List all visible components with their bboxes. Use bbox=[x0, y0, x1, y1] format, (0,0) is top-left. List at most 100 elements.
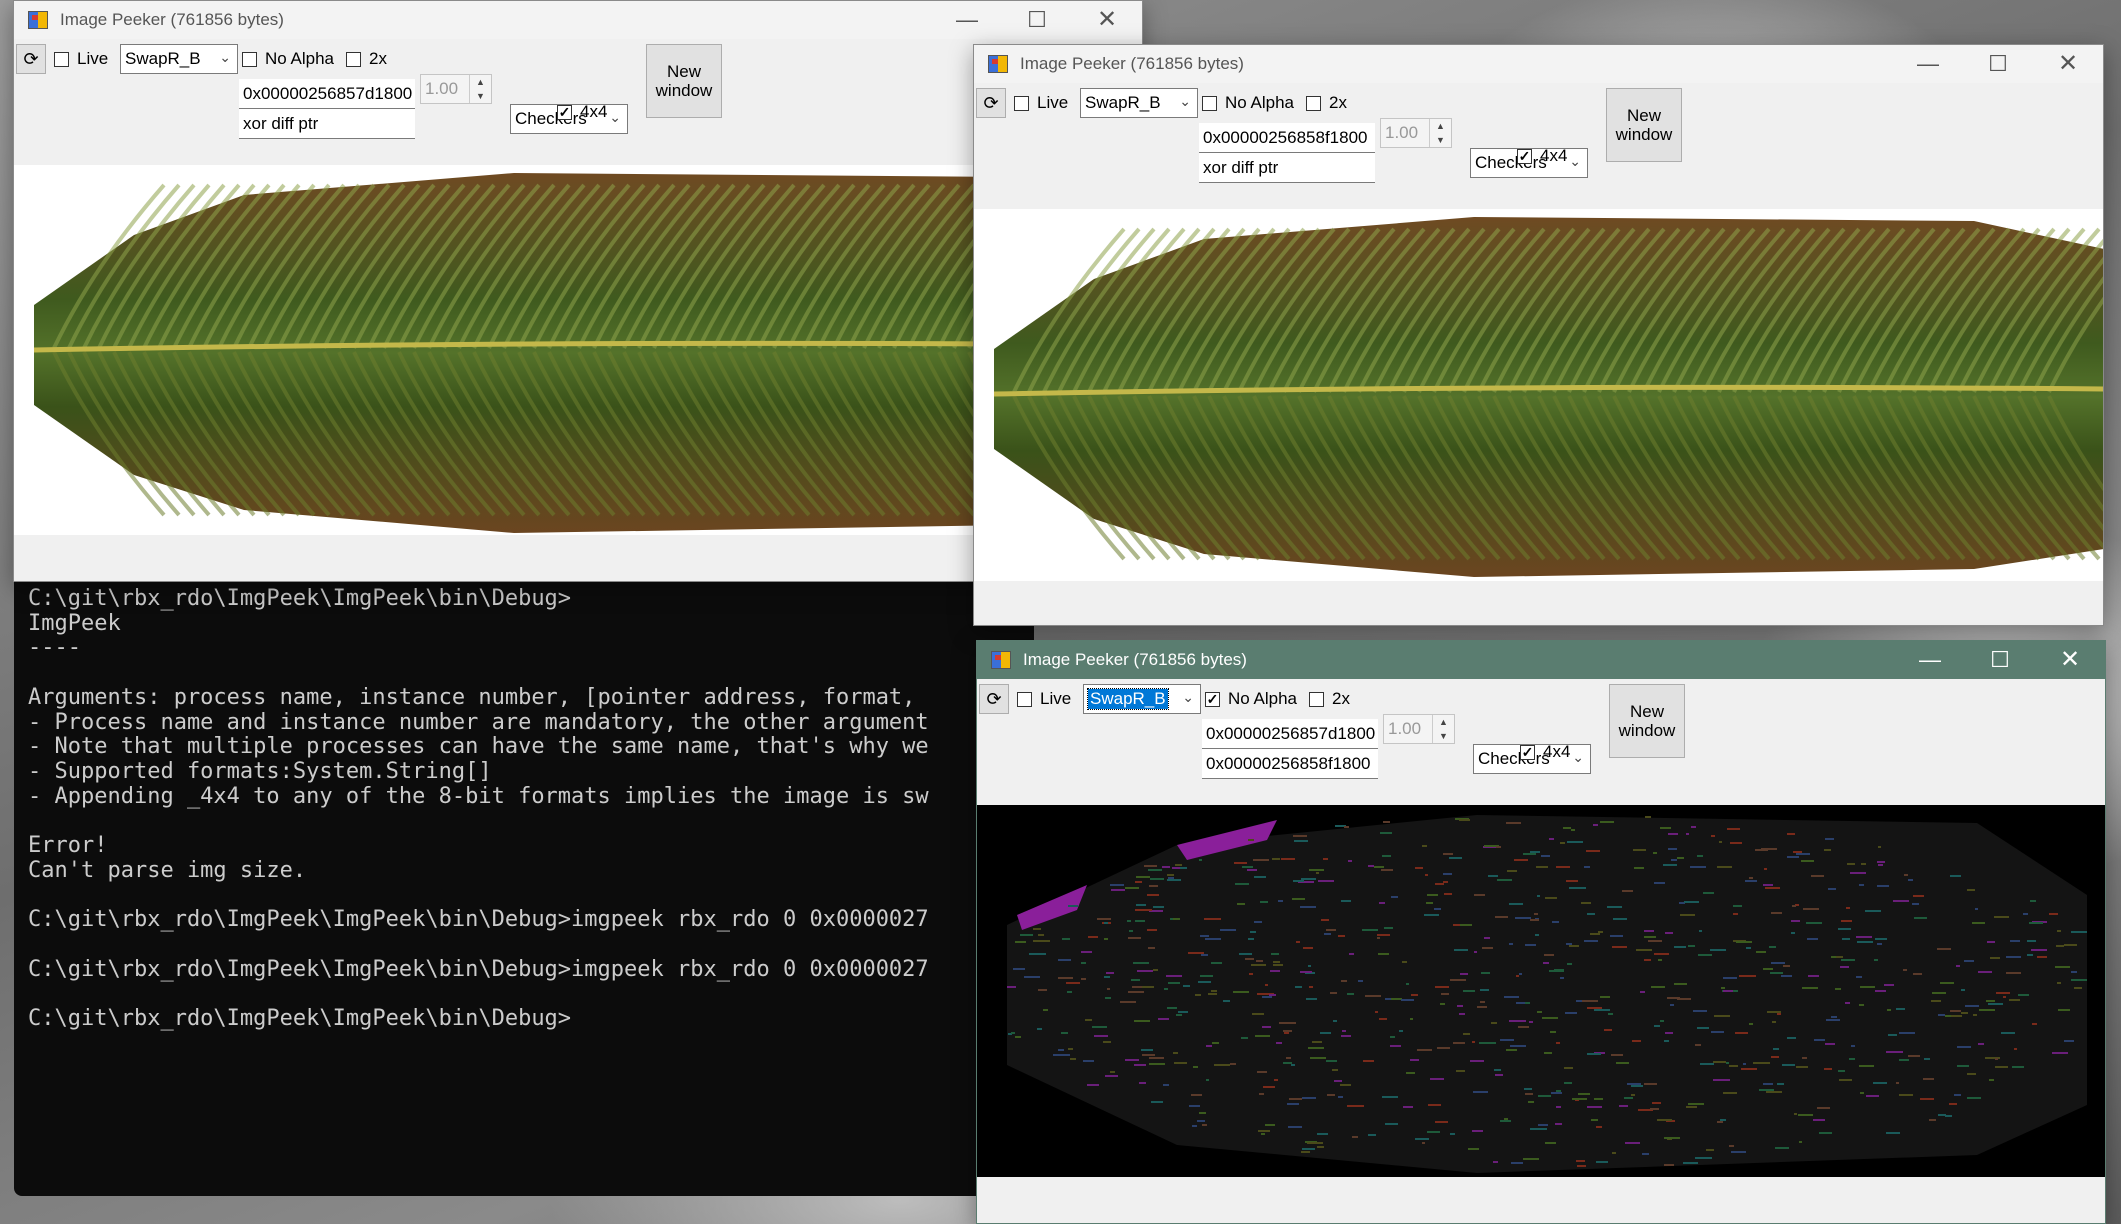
no-alpha-checkbox[interactable]: No Alpha bbox=[242, 44, 334, 74]
live-label: Live bbox=[1037, 93, 1069, 112]
chevron-down-icon: ⌄ bbox=[219, 49, 231, 65]
scale-value: 1.00 bbox=[425, 79, 459, 98]
pointer-address-input[interactable]: 0x00000256857d1800 bbox=[1202, 719, 1378, 749]
title-bar[interactable]: Image Peeker (761856 bytes) — ☐ ✕ bbox=[974, 45, 2103, 83]
maximize-button[interactable]: ☐ bbox=[1963, 45, 2033, 83]
new-window-button[interactable]: New window bbox=[646, 44, 722, 118]
refresh-button[interactable]: ⟳ bbox=[976, 88, 1006, 118]
refresh-button[interactable]: ⟳ bbox=[16, 44, 46, 74]
swap-select[interactable]: SwapR_B ⌄ bbox=[1083, 684, 1201, 714]
x2-checkbox-box[interactable] bbox=[346, 51, 361, 67]
window-title: Image Peeker (761856 bytes) bbox=[1023, 650, 1247, 669]
new-window-button[interactable]: New window bbox=[1609, 684, 1685, 758]
x2-checkbox-box[interactable] bbox=[1309, 691, 1324, 707]
app-icon bbox=[988, 55, 1008, 73]
app-icon bbox=[991, 651, 1011, 669]
pointer-address-input[interactable]: 0x00000256858f1800 bbox=[1199, 123, 1375, 153]
x4-checkbox-box[interactable]: ✓ bbox=[557, 104, 572, 120]
no-alpha-checkbox[interactable]: No Alpha bbox=[1202, 88, 1294, 118]
x2-checkbox[interactable]: 2x bbox=[1306, 88, 1347, 118]
close-button[interactable]: ✕ bbox=[1072, 1, 1142, 39]
console-output: C:\git\rbx_rdo\ImgPeek\ImgPeek\bin\Debug… bbox=[28, 586, 929, 1031]
minimize-button[interactable]: — bbox=[932, 1, 1002, 39]
no-alpha-label: No Alpha bbox=[1228, 689, 1297, 708]
no-alpha-checkbox-box[interactable]: ✓ bbox=[1205, 691, 1220, 707]
swap-select-value: SwapR_B bbox=[1085, 93, 1161, 112]
x2-checkbox[interactable]: 2x bbox=[346, 44, 387, 74]
chevron-down-icon: ⌄ bbox=[1572, 749, 1584, 765]
spinner-arrows-icon[interactable]: ▲▼ bbox=[1432, 715, 1454, 743]
swap-select[interactable]: SwapR_B ⌄ bbox=[1080, 88, 1198, 118]
scale-spinner[interactable]: 1.00 ▲ ▼ bbox=[420, 74, 492, 104]
chevron-down-icon: ⌄ bbox=[1182, 689, 1194, 705]
live-checkbox[interactable]: Live bbox=[1017, 684, 1071, 714]
live-checkbox[interactable]: Live bbox=[54, 44, 108, 74]
live-checkbox-box[interactable] bbox=[1017, 691, 1032, 707]
image-canvas[interactable] bbox=[974, 209, 2103, 581]
xor-diff-pointer-input[interactable]: 0x00000256858f1800 bbox=[1202, 749, 1378, 779]
live-checkbox[interactable]: Live bbox=[1014, 88, 1068, 118]
live-checkbox-box[interactable] bbox=[1014, 95, 1029, 111]
title-bar[interactable]: Image Peeker (761856 bytes) — ☐ ✕ bbox=[14, 1, 1142, 39]
image-peeker-window-2[interactable]: Image Peeker (761856 bytes) — ☐ ✕ ⟳ Live… bbox=[973, 44, 2104, 626]
live-label: Live bbox=[77, 49, 109, 68]
x4-checkbox-box[interactable]: ✓ bbox=[1520, 744, 1535, 760]
new-window-label: New window bbox=[1618, 702, 1676, 740]
minimize-button[interactable]: — bbox=[1893, 45, 1963, 83]
no-alpha-checkbox-box[interactable] bbox=[1202, 95, 1217, 111]
chevron-down-icon: ⌄ bbox=[609, 109, 621, 125]
x4-label: 4x4 bbox=[580, 102, 608, 121]
refresh-button[interactable]: ⟳ bbox=[979, 684, 1009, 714]
scale-value: 1.00 bbox=[1385, 123, 1419, 142]
x2-label: 2x bbox=[1329, 93, 1347, 112]
status-strip bbox=[974, 581, 2103, 625]
app-icon bbox=[28, 11, 48, 29]
x4-checkbox[interactable]: ✓ 4x4 bbox=[1517, 141, 1567, 171]
x2-label: 2x bbox=[1332, 689, 1350, 708]
refresh-icon: ⟳ bbox=[23, 49, 39, 69]
no-alpha-checkbox-box[interactable] bbox=[242, 51, 257, 67]
pointer-address-input[interactable]: 0x00000256857d1800 bbox=[239, 79, 415, 109]
swap-select-value: SwapR_B bbox=[125, 49, 201, 68]
maximize-button[interactable]: ☐ bbox=[1965, 641, 2035, 679]
image-canvas[interactable] bbox=[977, 805, 2105, 1177]
swap-select[interactable]: SwapR_B ⌄ bbox=[120, 44, 238, 74]
new-window-button[interactable]: New window bbox=[1606, 88, 1682, 162]
close-button[interactable]: ✕ bbox=[2033, 45, 2103, 83]
swap-select-value: SwapR_B bbox=[1087, 688, 1169, 710]
xor-diff-pointer-input[interactable]: xor diff ptr bbox=[239, 109, 415, 139]
maximize-button[interactable]: ☐ bbox=[1002, 1, 1072, 39]
palm-leaf-image bbox=[993, 217, 2103, 577]
no-alpha-label: No Alpha bbox=[265, 49, 334, 68]
x2-label: 2x bbox=[369, 49, 387, 68]
minimize-button[interactable]: — bbox=[1895, 641, 1965, 679]
x2-checkbox[interactable]: 2x bbox=[1309, 684, 1350, 714]
no-alpha-label: No Alpha bbox=[1225, 93, 1294, 112]
window-title: Image Peeker (761856 bytes) bbox=[1020, 54, 1244, 73]
live-label: Live bbox=[1040, 689, 1072, 708]
xor-diff-pointer-input[interactable]: xor diff ptr bbox=[1199, 153, 1375, 183]
live-checkbox-box[interactable] bbox=[54, 51, 69, 67]
xor-diff-image bbox=[1007, 815, 2087, 1173]
spinner-arrows-icon[interactable]: ▲▼ bbox=[1429, 119, 1451, 147]
x2-checkbox-box[interactable] bbox=[1306, 95, 1321, 111]
chevron-down-icon: ⌄ bbox=[1179, 93, 1191, 109]
image-peeker-window-3[interactable]: Image Peeker (761856 bytes) — ☐ ✕ ⟳ Live… bbox=[976, 640, 2106, 1224]
scale-spinner[interactable]: 1.00 ▲ ▼ bbox=[1380, 118, 1452, 148]
console-window[interactable]: C:\git\rbx_rdo\ImgPeek\ImgPeek\bin\Debug… bbox=[14, 576, 1034, 1196]
refresh-icon: ⟳ bbox=[983, 93, 999, 113]
x4-checkbox[interactable]: ✓ 4x4 bbox=[1520, 737, 1570, 767]
chevron-down-icon: ⌄ bbox=[1569, 153, 1581, 169]
close-button[interactable]: ✕ bbox=[2035, 641, 2105, 679]
toolbar: ⟳ Live SwapR_B ⌄ No Alpha 2x 1.00 ▲ ▼ Che… bbox=[974, 83, 2103, 321]
x4-label: 4x4 bbox=[1543, 742, 1571, 761]
scale-spinner[interactable]: 1.00 ▲ ▼ bbox=[1383, 714, 1455, 744]
title-bar[interactable]: Image Peeker (761856 bytes) — ☐ ✕ bbox=[977, 641, 2105, 679]
spinner-arrows-icon[interactable]: ▲▼ bbox=[469, 75, 491, 103]
x4-checkbox[interactable]: ✓ 4x4 bbox=[557, 97, 607, 127]
x4-checkbox-box[interactable]: ✓ bbox=[1517, 148, 1532, 164]
no-alpha-checkbox[interactable]: ✓ No Alpha bbox=[1205, 684, 1297, 714]
refresh-icon: ⟳ bbox=[986, 689, 1002, 709]
window-title: Image Peeker (761856 bytes) bbox=[60, 10, 284, 29]
new-window-label: New window bbox=[1615, 106, 1673, 144]
